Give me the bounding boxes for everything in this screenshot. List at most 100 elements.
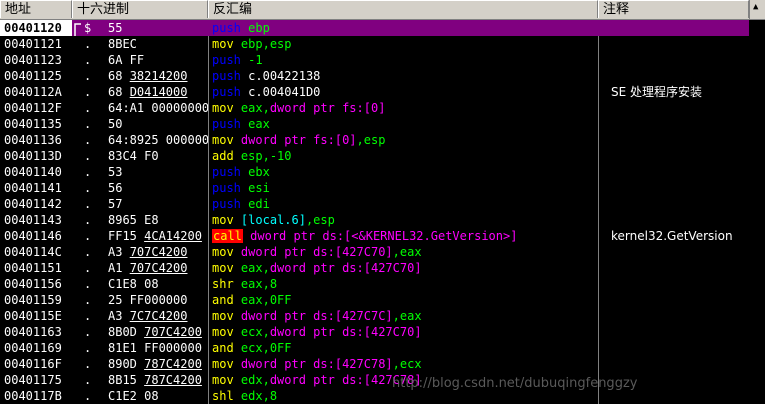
row-hex: C1E8 08 — [108, 277, 159, 291]
mnemonic: shr — [212, 277, 234, 291]
disasm-row[interactable]: 00401169. 81E1 FF000000 and ecx,0FF — [0, 340, 749, 356]
jump-bracket-icon — [74, 23, 81, 36]
header-hex[interactable]: 十六进制 — [72, 0, 208, 18]
disasm-row[interactable]: 0040112F. 64:A1 00000000 mov eax,dword ptr… — [0, 100, 749, 116]
row-marker: . — [84, 309, 92, 323]
row-marker: . — [84, 197, 92, 211]
disasm-row[interactable]: 00401135. 50 push eax — [0, 116, 749, 132]
disasm-row[interactable]: 00401159. 25 FF000000 and eax,0FF — [0, 292, 749, 308]
row-hex: A1 707C4200 — [108, 261, 188, 275]
operand: ecx,0FF — [240, 341, 292, 355]
disasm-row[interactable]: 00401151. A1 707C4200 mov eax,dword ptr ds… — [0, 260, 749, 276]
scroll-up-arrow-icon[interactable] — [749, 0, 765, 19]
row-marker: . — [84, 117, 92, 131]
mnemonic: and — [212, 341, 234, 355]
column-header: 地址 十六进制 反汇编 注释 — [0, 0, 765, 20]
disasm-row[interactable]: 0040113D. 83C4 F0 add esp,-10 — [0, 148, 749, 164]
operand: eax, — [240, 101, 270, 115]
operand: esi — [248, 181, 270, 195]
disasm-row[interactable]: 00401142. 57 push edi — [0, 196, 749, 212]
mnemonic: mov — [212, 325, 234, 339]
disasm-row[interactable]: 00401125. 68 38214200 push c.00422138 — [0, 68, 749, 84]
row-disassembly: push c.00422138 — [212, 68, 597, 84]
operand: edx,8 — [240, 389, 278, 403]
operand: ebp — [248, 21, 270, 35]
row-disassembly: add esp,-10 — [212, 148, 597, 164]
row-hex: C1E2 08 — [108, 389, 159, 403]
row-comment: SE 处理程序安装 — [611, 85, 703, 99]
mnemonic: push — [212, 85, 241, 99]
row-comment — [611, 292, 749, 308]
header-address[interactable]: 地址 — [0, 0, 72, 18]
row-hex: FF15 4CA14200 — [108, 229, 202, 243]
disasm-row[interactable]: 00401140. 53 push ebx — [0, 164, 749, 180]
row-marker: . — [84, 261, 92, 275]
operand: ,eax — [392, 245, 422, 259]
row-disassembly: mov eax,dword ptr fs:[0] — [212, 100, 597, 116]
mnemonic: add — [212, 149, 234, 163]
row-disassembly: push edi — [212, 196, 597, 212]
row-hex: 68 D0414000 — [108, 85, 188, 99]
header-disassembly[interactable]: 反汇编 — [208, 0, 598, 18]
disasm-row[interactable]: 00401120 $55 push ebp — [0, 20, 749, 36]
mnemonic: mov — [212, 373, 234, 387]
header-comment[interactable]: 注释 — [598, 0, 749, 18]
row-address: 00401146 — [4, 229, 62, 243]
row-address: 0040115E — [4, 309, 62, 323]
disasm-row[interactable]: 00401143. 8965 E8 mov [local.6],esp — [0, 212, 749, 228]
operand: ebx — [248, 165, 270, 179]
disasm-row[interactable]: 00401156. C1E8 08 shr eax,8 — [0, 276, 749, 292]
row-address: 00401159 — [4, 293, 62, 307]
operand: dword ptr ds:[<&KERNEL32.GetVersion>] — [250, 229, 518, 243]
row-comment — [611, 260, 749, 276]
row-hex: 25 FF000000 — [108, 293, 188, 307]
row-disassembly: push ebx — [212, 164, 597, 180]
disasm-row[interactable]: 00401121. 8BEC mov ebp,esp — [0, 36, 749, 52]
row-disassembly: mov eax,dword ptr ds:[427C70] — [212, 260, 597, 276]
row-comment: kernel32.GetVersion — [611, 229, 733, 243]
disasm-row[interactable]: 0040116F. 890D 787C4200 mov dword ptr ds:[… — [0, 356, 749, 372]
disasm-row[interactable]: 00401136. 64:8925 00000000 mov dword ptr f… — [0, 132, 749, 148]
row-hex: 8965 E8 — [108, 213, 159, 227]
row-comment — [611, 132, 749, 148]
row-comment — [611, 324, 749, 340]
row-marker: . — [84, 293, 92, 307]
row-comment — [611, 164, 749, 180]
mnemonic: push — [212, 165, 241, 179]
row-marker: . — [84, 165, 92, 179]
row-address: 00401142 — [4, 197, 62, 211]
row-comment — [611, 212, 749, 228]
operand: edi — [248, 197, 270, 211]
disasm-row[interactable]: 00401163. 8B0D 707C4200 mov ecx,dword ptr … — [0, 324, 749, 340]
row-address: 00401141 — [4, 181, 62, 195]
operand: ebp,esp — [240, 37, 292, 51]
row-comment — [611, 36, 749, 52]
operand: esp,-10 — [240, 149, 292, 163]
operand: dword ptr fs:[0] — [240, 133, 357, 147]
row-marker: . — [84, 245, 92, 259]
row-disassembly: mov [local.6],esp — [212, 212, 597, 228]
row-comment — [611, 340, 749, 356]
row-marker: . — [84, 341, 92, 355]
disasm-row[interactable]: 00401123. 6A FF push -1 — [0, 52, 749, 68]
disasm-row[interactable]: 0040112A. 68 D0414000 push c.004041D0 SE 处理… — [0, 84, 749, 100]
disasm-row[interactable]: 0040114C. A3 707C4200 mov dword ptr ds:[42… — [0, 244, 749, 260]
row-disassembly: push esi — [212, 180, 597, 196]
row-address: 00401156 — [4, 277, 62, 291]
operand: eax, — [240, 261, 270, 275]
operand: dword ptr fs:[0] — [269, 101, 386, 115]
mnemonic: mov — [212, 101, 234, 115]
row-marker: . — [84, 149, 92, 163]
operand: edx, — [240, 373, 270, 387]
row-hex: 50 — [108, 117, 123, 131]
disasm-row[interactable]: 00401141. 56 push esi — [0, 180, 749, 196]
row-comment — [611, 276, 749, 292]
row-marker: . — [84, 229, 92, 243]
disasm-row[interactable]: 0040115E. A3 7C7C4200 mov dword ptr ds:[42… — [0, 308, 749, 324]
operand: ,eax — [392, 309, 422, 323]
row-marker: . — [84, 181, 92, 195]
operand: ecx, — [240, 325, 270, 339]
row-marker: . — [84, 37, 92, 51]
disasm-row[interactable]: 00401146. FF15 4CA14200 call dword ptr ds:… — [0, 228, 749, 244]
mnemonic: mov — [212, 133, 234, 147]
